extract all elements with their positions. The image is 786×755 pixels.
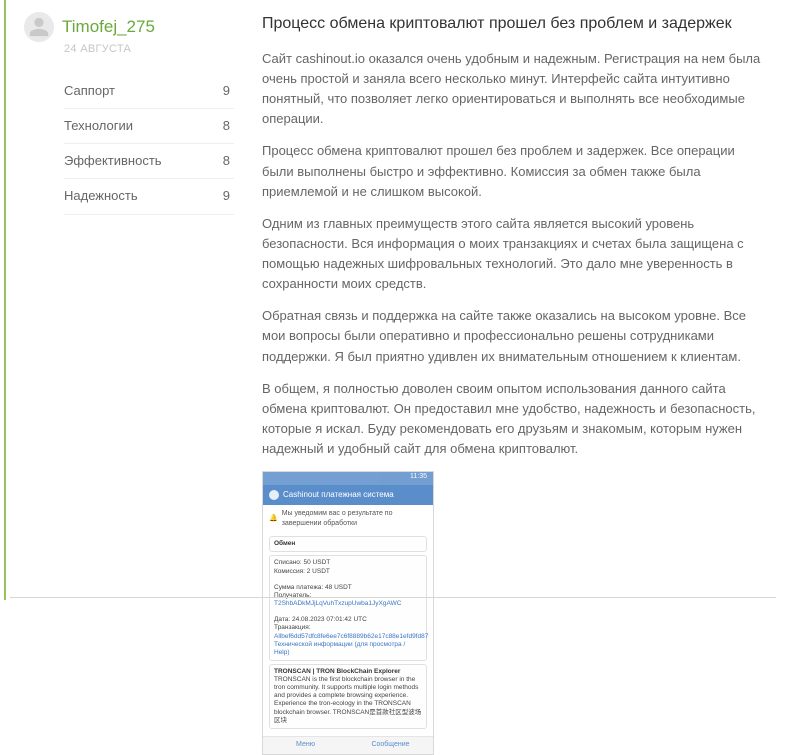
score-label: Технологии [64, 116, 133, 136]
shot-line: Получатель: [274, 592, 422, 600]
shot-bubble: Списано: 50 USDT Комиссия: 2 USDT Сумма … [269, 555, 427, 661]
attached-screenshot[interactable]: 11:35 Cashinout платежная система 🔔 Мы у… [262, 471, 434, 754]
score-value: 9 [223, 186, 230, 206]
shot-notice-text: Мы уведомим вас о результате по завершен… [282, 509, 427, 531]
score-label: Эффективность [64, 151, 162, 171]
score-row: Технологии 8 [64, 109, 234, 144]
review-title: Процесс обмена криптовалют прошел без пр… [262, 12, 768, 37]
review-paragraph: Обратная связь и поддержка на сайте такж… [262, 306, 768, 366]
shot-footer-menu: Меню [263, 737, 348, 754]
review-paragraph: Одним из главных преимуществ этого сайта… [262, 214, 768, 295]
user-icon [28, 16, 50, 38]
shot-header-title: Cashinout платежная система [283, 489, 394, 501]
shot-footer: Меню Сообщение [263, 736, 433, 754]
score-value: 9 [223, 81, 230, 101]
shot-avatar-icon [269, 490, 279, 500]
score-label: Саппорт [64, 81, 115, 101]
score-row: Эффективность 8 [64, 144, 234, 179]
shot-notice: 🔔 Мы уведомим вас о результате по заверш… [263, 505, 433, 533]
shot-body: Обмен Списано: 50 USDT Комиссия: 2 USDT … [263, 532, 433, 736]
review-paragraph: Сайт cashinout.io оказался очень удобным… [262, 49, 768, 130]
review-paragraph: Процесс обмена криптовалют прошел без пр… [262, 141, 768, 201]
review-main: Процесс обмена криптовалют прошел без пр… [262, 12, 768, 600]
shot-explorer: TRONSCAN | TRON BlockChain Explorer [274, 668, 422, 676]
shot-line: Сумма платежа: 48 USDT [274, 584, 422, 592]
shot-line: Дата: 24.08.2023 07:01:42 UTC [274, 616, 422, 624]
shot-explorer-desc: TRONSCAN is the first blockchain browser… [274, 676, 422, 725]
user-row: Timofej_275 [24, 12, 234, 42]
score-label: Надежность [64, 186, 138, 206]
shot-line: Технической информации (для просмотра / … [274, 641, 422, 657]
shot-header: Cashinout платежная система [263, 485, 433, 504]
sidebar: Timofej_275 24 АВГУСТА Саппорт 9 Техноло… [24, 12, 234, 600]
avatar [24, 12, 54, 42]
score-row: Саппорт 9 [64, 74, 234, 109]
accent-bar [4, 0, 6, 600]
shot-line-value: Allbef6dd57dfc8fe6ee7c6f8889b62e17c88e1e… [274, 633, 422, 641]
shot-status-bar: 11:35 [263, 472, 433, 485]
bottom-divider [10, 597, 776, 598]
review-date: 24 АВГУСТА [24, 41, 234, 58]
shot-line: Списано: 50 USDT [274, 559, 422, 567]
shot-bubble: TRONSCAN | TRON BlockChain Explorer TRON… [269, 664, 427, 729]
score-list: Саппорт 9 Технологии 8 Эффективность 8 Н… [24, 74, 234, 215]
review-paragraph: В общем, я полностью доволен своим опыто… [262, 379, 768, 460]
shot-line: Транзакция: [274, 624, 422, 632]
bell-icon: 🔔 [269, 514, 278, 525]
score-value: 8 [223, 116, 230, 136]
score-value: 8 [223, 151, 230, 171]
shot-status-title: Обмен [274, 540, 422, 548]
shot-line-value: T2ShbADkMJjLqVuhTxzupUwba1JyXgAWC [274, 600, 422, 608]
shot-bubble: Обмен [269, 536, 427, 552]
score-row: Надежность 9 [64, 179, 234, 214]
shot-line: Комиссия: 2 USDT [274, 568, 422, 576]
shot-footer-msg: Сообщение [348, 737, 433, 754]
username-link[interactable]: Timofej_275 [62, 14, 155, 40]
shot-time: 11:35 [410, 473, 427, 480]
